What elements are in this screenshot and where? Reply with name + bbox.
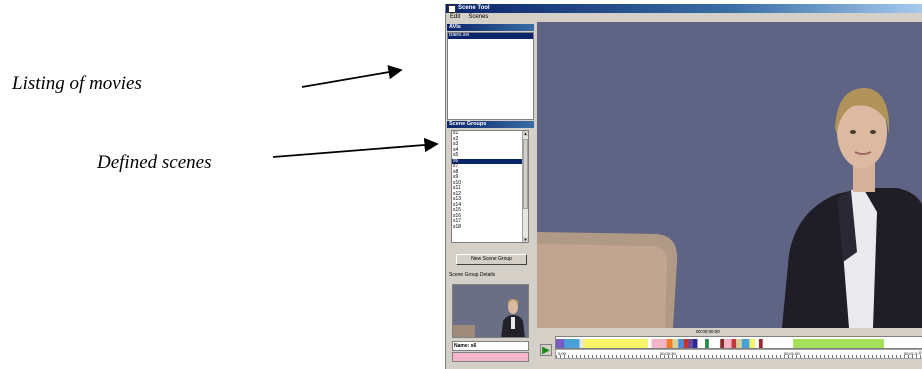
menu-scenes[interactable]: Scenes [468, 14, 488, 20]
timecode-display: 00:00:00:00 [696, 329, 720, 334]
scene-group-list[interactable]: s1 s2 s3 s4 s5 s6 s7 s8 s9 s10 s11 s12 s13 s14 s15 s16 s… [451, 130, 529, 243]
timeline-segment[interactable] [708, 339, 721, 349]
arrow-to-movies [301, 65, 403, 88]
timeline-segment[interactable] [724, 339, 732, 349]
menu-edit[interactable]: Edit [450, 14, 460, 20]
scene-tool-window: Scene Tool Edit Scenes AVIs Bales.avi Sce… [445, 4, 922, 369]
timeline-segment[interactable] [749, 339, 756, 349]
timeline-segment[interactable] [720, 339, 725, 349]
timeline-segment[interactable] [884, 339, 922, 349]
timeline-segment[interactable] [692, 339, 698, 349]
timeline-segment[interactable] [683, 339, 689, 349]
menu-bar: Edit Scenes [446, 13, 922, 22]
app-icon [448, 5, 456, 13]
timeline-segment[interactable] [736, 339, 743, 349]
timeline-segment[interactable] [672, 339, 679, 349]
zoom-icon[interactable]: ⌕ [918, 350, 922, 358]
scene-timeline[interactable] [555, 336, 922, 349]
scene-groups-header: Scene Groups [447, 121, 534, 128]
timeline-segment[interactable] [688, 339, 694, 349]
timeline-segment[interactable] [666, 339, 673, 349]
scene-group-item[interactable]: s18 [452, 224, 528, 231]
timeline-segment[interactable] [705, 339, 710, 349]
avis-header: AVIs [447, 24, 534, 31]
timeline-segment[interactable] [731, 339, 737, 349]
window-title: Scene Tool [458, 5, 490, 11]
time-ruler[interactable]: 0:00 00:00:30 00:01:00 00:01:3 [555, 349, 922, 359]
timeline-segment[interactable] [793, 339, 885, 349]
play-icon[interactable]: ▶ [540, 344, 552, 356]
scene-name-field[interactable]: Name: s6 [452, 341, 529, 351]
scroll-down-icon[interactable]: ▼ [523, 237, 528, 242]
timeline-segment[interactable] [758, 339, 763, 349]
timeline-segment[interactable] [556, 339, 565, 349]
scene-thumbnail [452, 284, 529, 338]
timeline-segment[interactable] [755, 339, 760, 349]
timeline-segment[interactable] [579, 339, 584, 349]
timeline-segment[interactable] [647, 339, 652, 349]
timeline-segment[interactable] [583, 339, 649, 349]
scene-list-scrollbar[interactable]: ▲ ▼ [522, 131, 528, 242]
arrow-to-scenes [272, 137, 439, 158]
video-frame [537, 22, 922, 328]
timeline-segment[interactable] [651, 339, 668, 349]
new-scene-group-button[interactable]: New Scene Group [456, 254, 527, 265]
timeline-segment[interactable] [564, 339, 580, 349]
timeline-segment[interactable] [697, 339, 706, 349]
scroll-thumb[interactable] [523, 139, 528, 209]
timeline-segment[interactable] [741, 339, 750, 349]
avi-list-item[interactable]: Bales.avi [448, 33, 533, 39]
scene-group-items: s1 s2 s3 s4 s5 s6 s7 s8 s9 s10 s11 s12 s13 s14 s15 s16 s… [452, 131, 528, 230]
scene-color-field[interactable] [452, 352, 529, 362]
ruler-ticks [556, 355, 922, 358]
avi-list[interactable]: Bales.avi [447, 32, 534, 120]
timeline-segment[interactable] [678, 339, 685, 349]
thumbnail-image [453, 285, 528, 337]
video-image [537, 22, 922, 328]
title-bar: Scene Tool [446, 4, 922, 13]
scene-group-details-label: Scene Group Details [449, 272, 496, 278]
timeline-segment[interactable] [762, 339, 794, 349]
scroll-up-icon[interactable]: ▲ [523, 131, 528, 136]
timeline-segments [556, 339, 922, 349]
